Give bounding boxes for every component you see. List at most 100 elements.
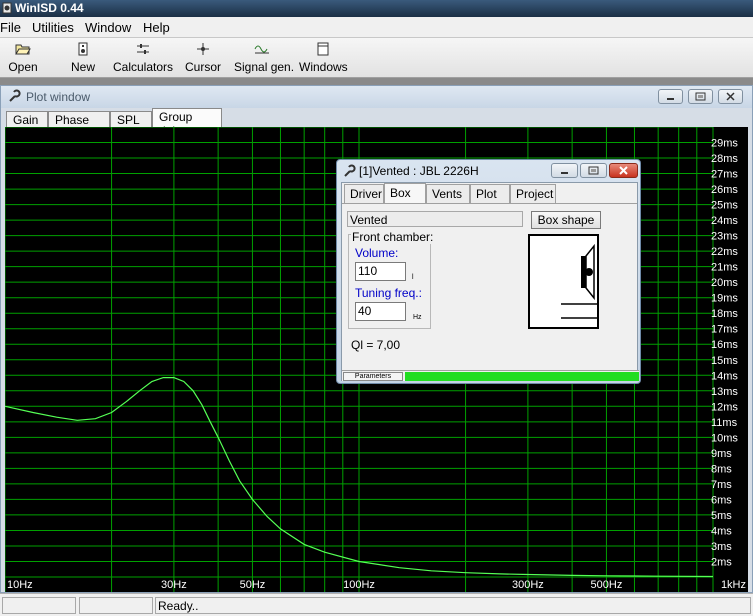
wrench-icon [344, 164, 356, 177]
y-tick-label: 26ms [711, 184, 738, 196]
box-restore-button[interactable] [580, 163, 607, 178]
tab-plot[interactable]: Plot [470, 184, 510, 203]
open-folder-icon [15, 44, 31, 55]
cursor-label: Cursor [184, 60, 221, 74]
restore-icon [695, 92, 706, 101]
tab-plot-label: Plot [476, 187, 497, 201]
tab-group-delay[interactable]: Group delay [152, 108, 222, 138]
new-driver-icon [78, 42, 88, 56]
restore-button[interactable] [688, 89, 713, 104]
y-tick-label: 24ms [711, 215, 738, 227]
new-label: New [70, 60, 95, 74]
x-tick-label: 10Hz [7, 579, 33, 591]
calculators-label: Calculators [113, 60, 174, 74]
y-tick-label: 22ms [711, 246, 738, 258]
calculators-icon [137, 44, 149, 54]
box-type-field[interactable]: Vented [347, 211, 523, 227]
box-window-body: Driver Box Vents Plot Project Vented Box… [341, 182, 639, 381]
menu-window[interactable]: Window [85, 20, 131, 35]
open-button[interactable]: Open [4, 40, 42, 76]
y-tick-label: 12ms [711, 401, 738, 413]
menu-bar: File Utilities Window Help [0, 17, 753, 38]
x-tick-label: 300Hz [512, 579, 544, 591]
volume-input[interactable]: 110 [355, 262, 406, 281]
tab-phase-plot[interactable]: Phase plot [48, 111, 110, 141]
y-tick-label: 5ms [711, 510, 732, 522]
box-minimize-button[interactable] [551, 163, 578, 178]
x-tick-label: 100Hz [343, 579, 375, 591]
calculators-button[interactable]: Calculators [113, 40, 173, 76]
box-close-button[interactable] [609, 163, 638, 178]
y-tick-label: 11ms [711, 417, 738, 429]
plot-tabs: Gain Phase plot SPL Group delay [1, 108, 752, 141]
signal-generator-button[interactable]: Signal gen. [234, 40, 295, 76]
close-icon [619, 166, 628, 175]
tab-gain[interactable]: Gain [6, 111, 48, 128]
box-shape-button[interactable]: Box shape [531, 211, 601, 229]
open-label: Open [8, 60, 38, 74]
front-chamber-label: Front chamber: [351, 230, 435, 244]
y-tick-label: 14ms [711, 370, 738, 382]
y-tick-label: 29ms [711, 138, 738, 150]
y-tick-label: 6ms [711, 494, 732, 506]
tab-vents-label: Vents [432, 187, 463, 201]
x-tick-label: 1kHz [721, 579, 746, 591]
minimize-button[interactable] [658, 89, 683, 104]
tab-driver[interactable]: Driver [344, 184, 384, 203]
close-button[interactable] [718, 89, 743, 104]
status-text: Ready.. [155, 597, 751, 614]
tab-project[interactable]: Project [510, 184, 556, 203]
progress-label: Parameters [343, 372, 403, 381]
tuning-freq-label: Tuning freq.: [355, 286, 422, 300]
new-button[interactable]: New [66, 40, 100, 76]
y-tick-label: 3ms [711, 541, 732, 553]
minimize-icon [667, 98, 674, 100]
tab-driver-label: Driver [350, 187, 382, 201]
cursor-crosshair-icon [197, 43, 209, 55]
tab-gain-label: Gain [13, 113, 39, 127]
y-tick-label: 21ms [711, 262, 738, 274]
y-tick-label: 19ms [711, 293, 738, 305]
y-tick-label: 8ms [711, 463, 732, 475]
box-shape-diagram [528, 234, 599, 329]
tab-project-label: Project [516, 187, 554, 201]
volume-unit: l [412, 274, 414, 281]
tab-box[interactable]: Box [384, 183, 426, 204]
tab-box-label: Box [390, 186, 411, 200]
y-tick-label: 15ms [711, 355, 738, 367]
app-icon [2, 2, 12, 14]
menu-help[interactable]: Help [143, 20, 170, 35]
signal-generator-label: Signal gen. [234, 60, 295, 74]
windows-button[interactable]: Windows [299, 40, 348, 76]
y-tick-label: 7ms [711, 479, 732, 491]
toolbar: Open New Calculators Cursor Signal gen. … [0, 38, 753, 78]
tab-spl[interactable]: SPL [110, 111, 152, 128]
y-tick-label: 28ms [711, 153, 738, 165]
volume-label: Volume: [355, 246, 399, 260]
mdi-background [0, 78, 753, 85]
status-bar: Ready.. [0, 593, 753, 616]
parameters-progress: Parameters [342, 370, 639, 381]
menu-file[interactable]: File [0, 20, 21, 35]
menu-utilities[interactable]: Utilities [32, 20, 74, 35]
tuning-freq-input[interactable]: 40 [355, 302, 406, 321]
signal-generator-icon [254, 45, 269, 54]
plot-window-titlebar[interactable]: Plot window [1, 86, 752, 108]
winisd-app: WinISD 0.44 File Utilities Window Help O… [0, 0, 753, 616]
close-icon [726, 92, 735, 101]
y-tick-label: 18ms [711, 308, 738, 320]
y-tick-label: 10ms [711, 432, 738, 444]
y-tick-label: 9ms [711, 448, 732, 460]
title-bar: WinISD 0.44 [0, 0, 753, 17]
wrench-icon [9, 89, 21, 102]
y-tick-label: 16ms [711, 339, 738, 351]
y-tick-label: 20ms [711, 277, 738, 289]
x-tick-label: 30Hz [161, 579, 187, 591]
restore-icon [588, 166, 599, 175]
box-window-title: [1]Vented : JBL 2226H [359, 164, 479, 178]
tab-vents[interactable]: Vents [426, 184, 470, 203]
windows-icon [317, 42, 329, 56]
plot-window-title: Plot window [26, 90, 91, 104]
cursor-button[interactable]: Cursor [184, 40, 222, 76]
tab-spl-label: SPL [117, 113, 140, 127]
